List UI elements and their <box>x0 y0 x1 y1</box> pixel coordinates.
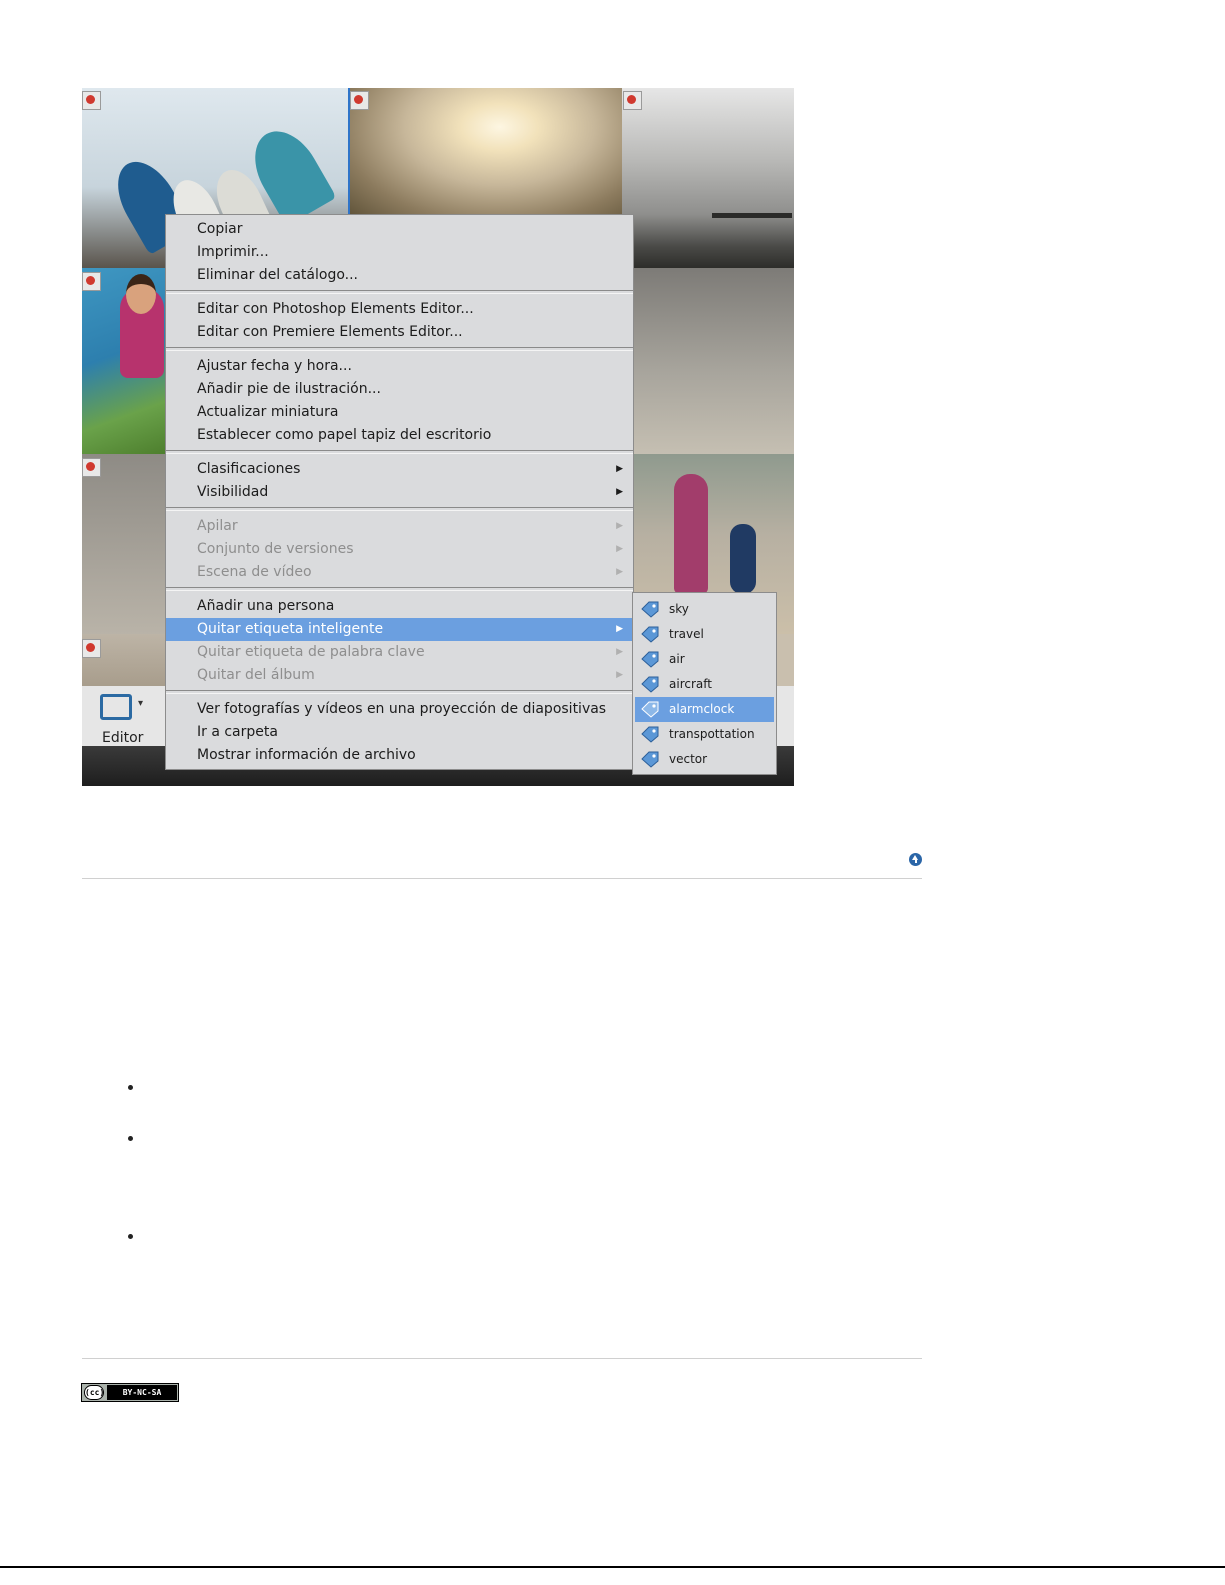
page-footer-line <box>0 1566 1225 1568</box>
power-icon[interactable] <box>623 91 642 110</box>
menu-item-anadir-pie[interactable]: Añadir pie de ilustración... <box>166 378 633 401</box>
smart-tag-icon <box>641 601 659 618</box>
chevron-down-icon[interactable]: ▾ <box>138 698 143 709</box>
list-bullet <box>128 1234 133 1239</box>
list-bullet <box>128 1085 133 1090</box>
power-icon[interactable] <box>82 272 101 291</box>
menu-item-editar-photoshop[interactable]: Editar con Photoshop Elements Editor... <box>166 298 633 321</box>
submenu-arrow-icon: ▶ <box>616 464 623 474</box>
menu-item-escena-video: Escena de vídeo ▶ <box>166 561 633 584</box>
menu-separator <box>166 690 633 694</box>
photo-thumbnail-beach-shore[interactable] <box>634 268 794 454</box>
footer-divider <box>82 1358 922 1359</box>
menu-separator <box>166 507 633 511</box>
menu-item-apilar: Apilar ▶ <box>166 515 633 538</box>
smart-tag-icon <box>641 626 659 643</box>
smart-tag-item[interactable]: aircraft <box>635 672 774 697</box>
editor-icon[interactable] <box>100 694 132 720</box>
submenu-arrow-icon: ▶ <box>616 670 623 680</box>
power-icon[interactable] <box>82 91 101 110</box>
photo-thumbnail-sand[interactable] <box>82 454 172 634</box>
smart-tag-item[interactable]: transpottation <box>635 722 774 747</box>
menu-item-informacion-archivo[interactable]: Mostrar información de archivo <box>166 744 633 767</box>
menu-item-clasificaciones[interactable]: Clasificaciones ▶ <box>166 458 633 481</box>
smart-tag-icon <box>641 701 659 718</box>
list-bullet <box>128 1136 133 1141</box>
menu-item-editar-premiere[interactable]: Editar con Premiere Elements Editor... <box>166 321 633 344</box>
menu-item-anadir-persona[interactable]: Añadir una persona <box>166 595 633 618</box>
power-icon[interactable] <box>350 91 369 110</box>
menu-item-ajustar-fecha[interactable]: Ajustar fecha y hora... <box>166 355 633 378</box>
menu-item-imprimir[interactable]: Imprimir... <box>166 241 633 264</box>
submenu-arrow-icon: ▶ <box>616 544 623 554</box>
submenu-arrow-icon: ▶ <box>616 487 623 497</box>
smart-tag-item[interactable]: air <box>635 647 774 672</box>
submenu-arrow-icon: ▶ <box>616 567 623 577</box>
photo-thumbnail-beach-sunset[interactable] <box>350 88 622 218</box>
photo-thumbnail-cloudy-pier[interactable] <box>622 88 794 268</box>
smart-tag-item[interactable]: travel <box>635 622 774 647</box>
menu-item-quitar-etiqueta-inteligente[interactable]: Quitar etiqueta inteligente ▶ <box>166 618 633 641</box>
menu-separator <box>166 450 633 454</box>
menu-separator <box>166 347 633 351</box>
smart-tag-icon <box>641 676 659 693</box>
photo-thumbnail-girl-tent[interactable] <box>82 268 172 454</box>
menu-separator <box>166 587 633 591</box>
back-to-top-icon[interactable] <box>909 853 922 866</box>
smart-tag-item[interactable]: sky <box>635 597 774 622</box>
cc-logo-icon: (cc) <box>84 1385 104 1400</box>
menu-item-quitar-album: Quitar del álbum ▶ <box>166 664 633 687</box>
menu-item-ir-a-carpeta[interactable]: Ir a carpeta <box>166 721 633 744</box>
smart-tag-submenu: sky travel air aircraft alarmclock trans… <box>632 592 777 775</box>
menu-item-visibilidad[interactable]: Visibilidad ▶ <box>166 481 633 504</box>
menu-item-actualizar-miniatura[interactable]: Actualizar miniatura <box>166 401 633 424</box>
cc-license-text: BY-NC-SA <box>107 1385 177 1400</box>
menu-item-proyeccion-diapositivas[interactable]: Ver fotografías y vídeos en una proyecci… <box>166 698 633 721</box>
smart-tag-item[interactable]: alarmclock <box>635 697 774 722</box>
submenu-arrow-icon: ▶ <box>616 647 623 657</box>
editor-button-label[interactable]: Editor <box>102 730 143 746</box>
power-icon[interactable] <box>82 639 101 658</box>
context-menu: Copiar Imprimir... Eliminar del catálogo… <box>165 214 634 770</box>
menu-item-copiar[interactable]: Copiar <box>166 218 633 241</box>
smart-tag-item[interactable]: vector <box>635 747 774 772</box>
menu-item-papel-tapiz[interactable]: Establecer como papel tapiz del escritor… <box>166 424 633 447</box>
creative-commons-license-badge[interactable]: (cc) BY-NC-SA <box>81 1383 179 1402</box>
submenu-arrow-icon: ▶ <box>616 521 623 531</box>
smart-tag-icon <box>641 751 659 768</box>
menu-item-quitar-palabra-clave: Quitar etiqueta de palabra clave ▶ <box>166 641 633 664</box>
power-icon[interactable] <box>82 458 101 477</box>
smart-tag-icon <box>641 651 659 668</box>
smart-tag-icon <box>641 726 659 743</box>
section-divider <box>82 878 922 879</box>
menu-item-conjunto-versiones: Conjunto de versiones ▶ <box>166 538 633 561</box>
menu-item-eliminar-del-catalogo[interactable]: Eliminar del catálogo... <box>166 264 633 287</box>
submenu-arrow-icon: ▶ <box>616 624 623 634</box>
menu-separator <box>166 290 633 294</box>
